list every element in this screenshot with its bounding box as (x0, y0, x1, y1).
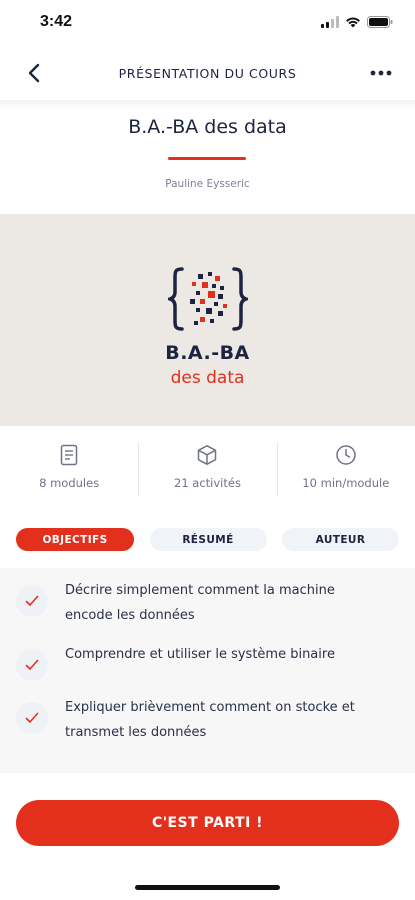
page-title: PRÉSENTATION DU COURS (118, 65, 297, 81)
chevron-left-icon (28, 63, 40, 83)
stat-label: 8 modules (39, 476, 100, 490)
course-banner: B.A.-BA des data (0, 214, 415, 426)
back-button[interactable] (16, 55, 52, 91)
cube-icon (198, 445, 217, 465)
signal-icon (321, 16, 339, 28)
checkmark-icon (16, 585, 48, 617)
objective-text: Comprendre et utiliser le système binair… (65, 642, 335, 667)
course-tabs: OBJECTIFS RÉSUMÉ AUTEUR (16, 528, 399, 551)
tab-resume[interactable]: RÉSUMÉ (149, 528, 267, 551)
more-options-button[interactable] (363, 55, 399, 91)
document-icon (60, 444, 78, 466)
tab-objectifs[interactable]: OBJECTIFS (16, 528, 134, 551)
objective-line: Comprendre et utiliser le système binair… (65, 647, 335, 662)
list-item: Expliquer brièvement comment on stocke e… (16, 695, 396, 745)
checkmark-icon (16, 649, 48, 681)
list-item: Comprendre et utiliser le système binair… (16, 642, 396, 681)
stat-activities: 21 activités (138, 428, 276, 514)
stat-label: 21 activités (174, 476, 241, 490)
clock-icon (336, 445, 356, 465)
objective-text: Décrire simplement comment la machine en… (65, 578, 335, 628)
data-braces-logo-icon (164, 267, 252, 331)
checkmark-icon (16, 702, 48, 734)
list-item: Décrire simplement comment la machine en… (16, 578, 396, 628)
objective-text: Expliquer brièvement comment on stocke e… (65, 695, 355, 745)
logo-title-line1: B.A.-BA (165, 342, 250, 364)
objective-line: Décrire simplement comment la machine (65, 583, 335, 598)
course-logo (164, 266, 252, 332)
battery-icon (367, 16, 393, 28)
more-dots-icon (370, 70, 392, 76)
objective-line: transmet les données (65, 725, 207, 740)
objective-line: Expliquer brièvement comment on stocke e… (65, 700, 355, 715)
status-bar: 3:42 (0, 0, 415, 44)
stat-modules: 8 modules (0, 428, 138, 514)
course-title: B.A.-BA des data (128, 116, 287, 138)
status-time: 3:42 (40, 13, 73, 30)
title-underline (168, 157, 246, 160)
author-name: Pauline Eysseric (165, 178, 250, 190)
stat-duration: 10 min/module (276, 428, 415, 514)
stat-label: 10 min/module (302, 476, 390, 490)
objective-line: encode les données (65, 608, 195, 623)
header-shadow (0, 100, 415, 110)
logo-title-line2: des data (170, 368, 245, 388)
tab-auteur[interactable]: AUTEUR (282, 528, 399, 551)
status-icons (321, 16, 393, 28)
objectives-list: Décrire simplement comment la machine en… (16, 578, 396, 759)
home-indicator[interactable] (135, 885, 280, 890)
start-course-button[interactable]: C'EST PARTI ! (16, 800, 399, 846)
wifi-icon (346, 17, 360, 28)
nav-bar: PRÉSENTATION DU COURS (0, 46, 415, 100)
course-stats: 8 modules 21 activités 10 min/module (0, 428, 415, 514)
